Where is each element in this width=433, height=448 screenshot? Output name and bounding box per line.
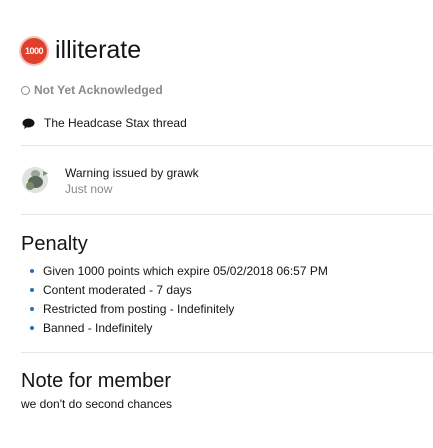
penalty-heading: Penalty [21,233,88,255]
note-heading: Note for member [21,370,172,392]
warning-entry: Warning issued by grawk Just now [22,165,199,197]
speech-bubble-icon [22,118,35,129]
bullet-icon [30,306,34,311]
list-item: Banned - Indefinitely [30,318,328,337]
penalty-item-text: Content moderated - 7 days [43,282,192,297]
thread-title[interactable]: The Headcase Stax thread [44,116,187,130]
penalty-item-text: Restricted from posting - Indefinitely [43,301,235,316]
list-item: Given 1000 points which expire 05/02/201… [30,261,328,280]
warning-time: Just now [65,182,113,196]
divider [21,352,433,353]
acknowledgement-label: Not Yet Acknowledged [34,83,163,97]
penalty-item-text: Banned - Indefinitely [43,320,153,335]
thread-link[interactable]: The Headcase Stax thread [22,116,187,130]
divider [21,145,433,146]
points-badge-icon: 1000 [21,37,47,64]
list-item: Restricted from posting - Indefinitely [30,299,328,318]
divider [21,214,433,215]
bullet-icon [30,325,34,330]
list-item: Content moderated - 7 days [30,280,328,299]
bullet-icon [30,287,34,292]
status-circle-icon [21,85,30,95]
caret-right-icon: ▸ [43,168,49,179]
warning-header: 1000 illiterate [21,36,141,65]
page-title: illiterate [55,36,142,64]
acknowledgement-status: Not Yet Acknowledged [21,83,163,97]
bullet-icon [30,268,34,273]
warning-issued-by: Warning issued by grawk [65,166,199,180]
note-text: we don't do second chances [21,397,173,411]
penalty-list: Given 1000 points which expire 05/02/201… [30,261,328,337]
penalty-item-text: Given 1000 points which expire 05/02/201… [43,263,328,278]
